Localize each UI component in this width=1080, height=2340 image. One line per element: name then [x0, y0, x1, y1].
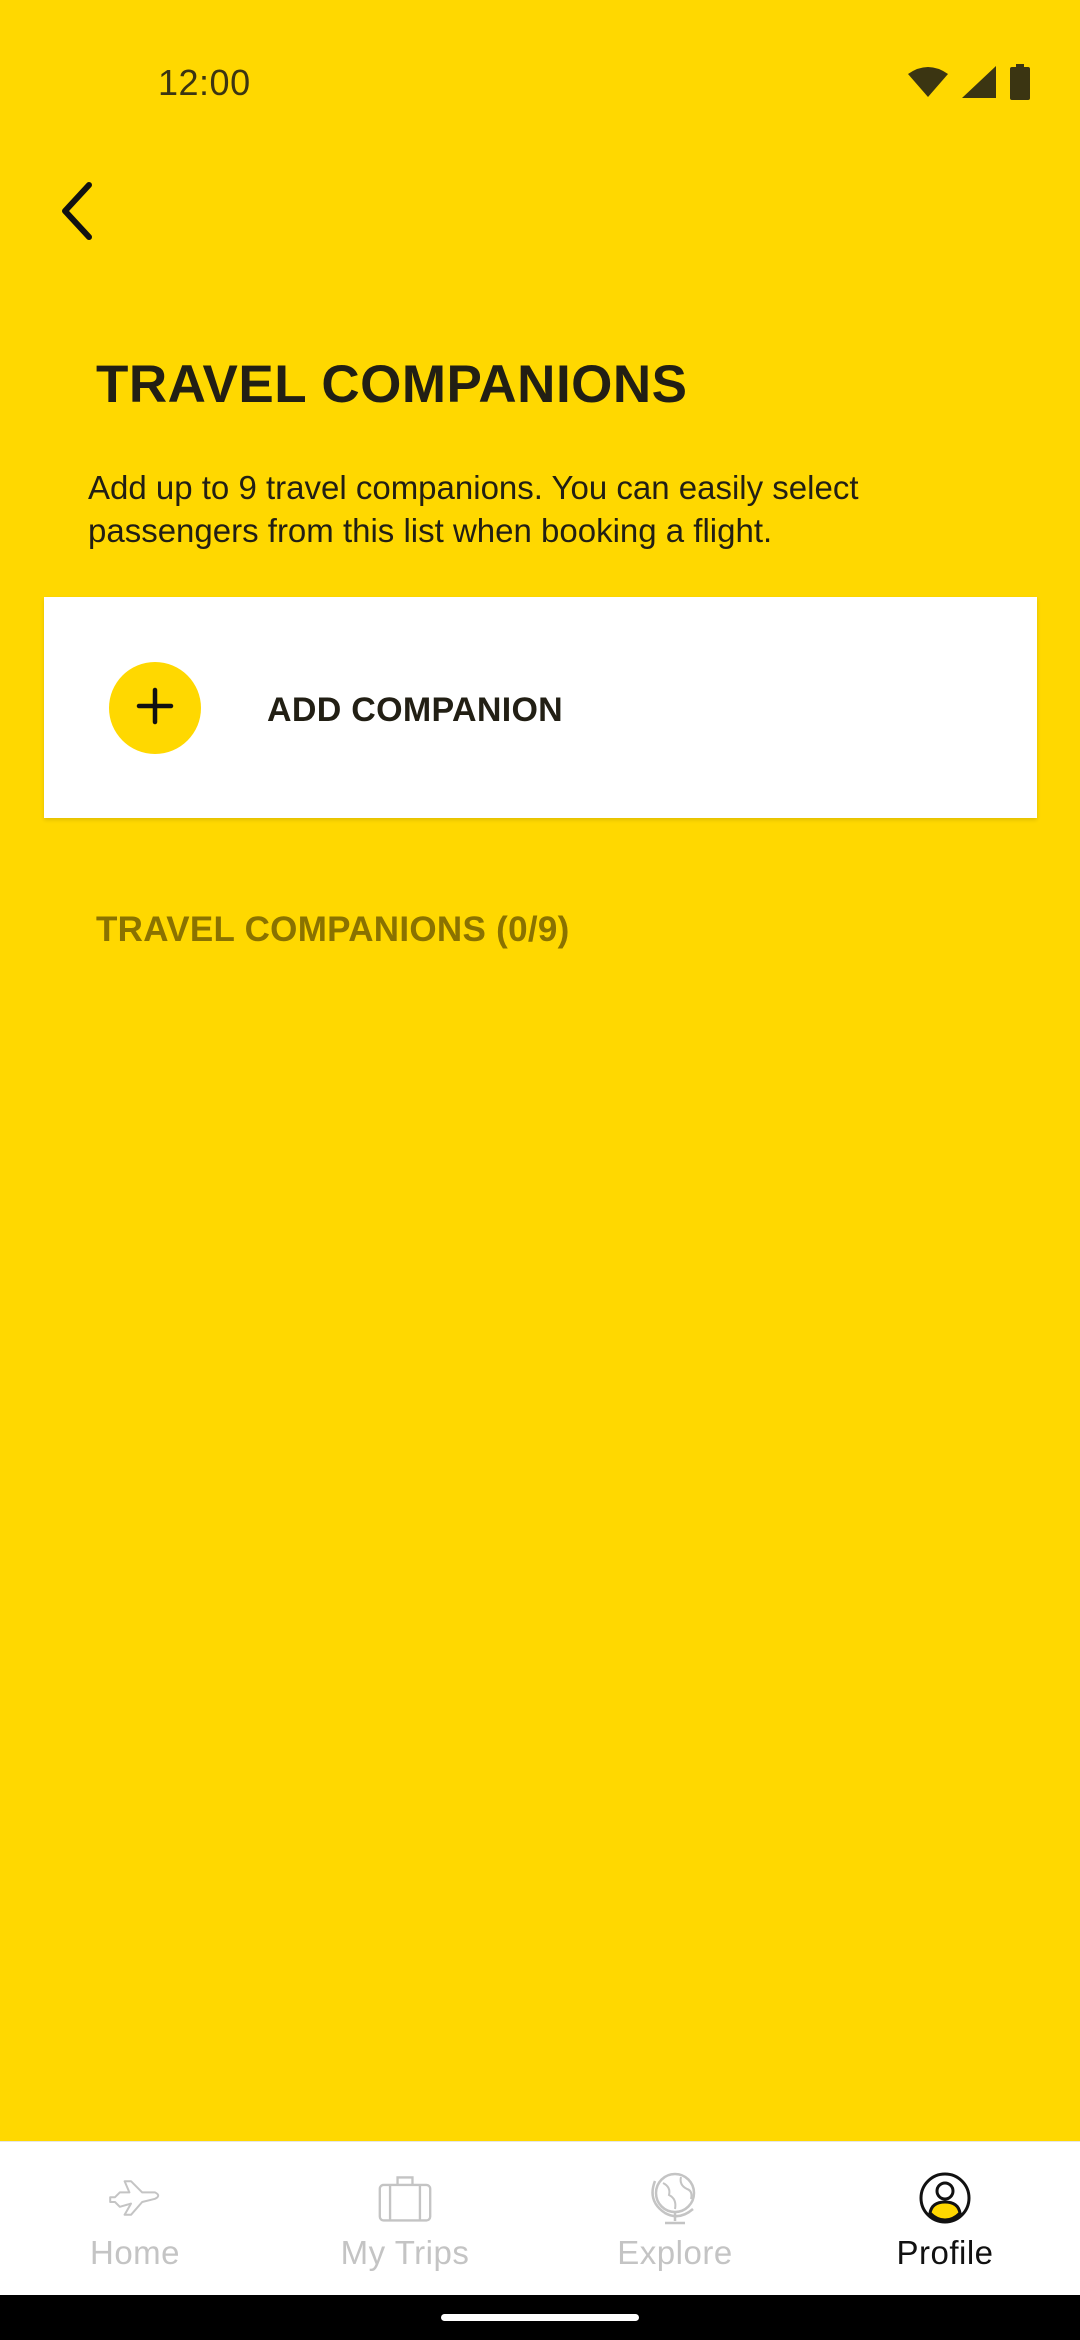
airplane-icon — [107, 2170, 163, 2226]
page-title: TRAVEL COMPANIONS — [96, 355, 688, 414]
nav-item-profile[interactable]: Profile — [810, 2142, 1080, 2295]
nav-label-home: Home — [89, 2234, 181, 2271]
signal-icon — [962, 66, 996, 98]
add-companion-label: ADD COMPANION — [267, 691, 564, 729]
suitcase-icon — [377, 2170, 433, 2226]
nav-item-my-trips[interactable]: My Trips — [270, 2142, 540, 2295]
status-bar: 12:00 — [0, 0, 1080, 110]
plus-icon — [136, 687, 174, 730]
globe-icon — [647, 2170, 703, 2226]
bottom-nav: Home My Trips Explore Profile — [0, 2141, 1080, 2295]
nav-item-explore[interactable]: Explore — [540, 2142, 810, 2295]
nav-label-profile: Profile — [896, 2234, 994, 2271]
user-circle-icon — [917, 2170, 973, 2226]
status-icons — [908, 62, 1030, 102]
add-companion-circle — [109, 662, 201, 754]
add-companion-button[interactable]: ADD COMPANION — [44, 597, 1037, 818]
chevron-left-icon — [57, 181, 97, 246]
wifi-icon — [908, 66, 948, 98]
battery-icon — [1010, 64, 1030, 100]
nav-label-explore: Explore — [617, 2234, 733, 2271]
page-description: Add up to 9 travel companions. You can e… — [88, 469, 859, 549]
back-button[interactable] — [44, 172, 110, 254]
nav-label-my-trips: My Trips — [340, 2234, 470, 2271]
travel-companions-screen: 12:00 TRAVEL COMPANIONS Add up to 9 trav… — [0, 0, 1080, 2340]
companions-count-heading: TRAVEL COMPANIONS (0/9) — [96, 910, 570, 949]
status-time: 12:00 — [158, 62, 251, 103]
system-nav-bar — [0, 2295, 1080, 2340]
nav-item-home[interactable]: Home — [0, 2142, 270, 2295]
home-indicator[interactable] — [441, 2314, 639, 2321]
